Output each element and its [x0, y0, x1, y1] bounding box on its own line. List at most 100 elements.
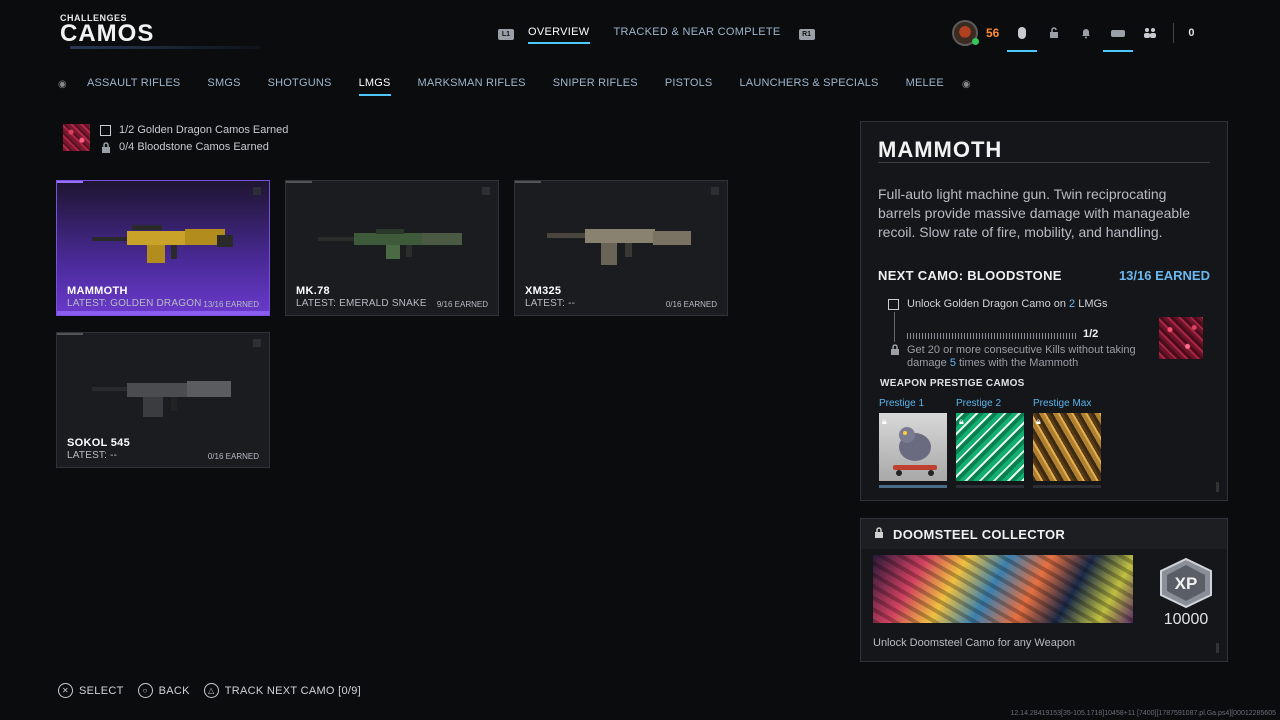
- player-level: 56: [986, 26, 1000, 40]
- r1-button-icon[interactable]: R1: [798, 28, 815, 40]
- prestige-bar: [1033, 485, 1101, 488]
- title-underline: [70, 46, 260, 49]
- prestige-bar: [956, 485, 1024, 488]
- brass-bullets-icon: 🔒︎: [1033, 413, 1101, 481]
- challenge-progress-bar: [907, 333, 1077, 339]
- checkbox-icon: [100, 124, 111, 136]
- doomsteel-description: Unlock Doomsteel Camo for any Weapon: [873, 637, 1076, 649]
- triangle-button-icon: △: [203, 683, 219, 698]
- track-next-camo-prompt[interactable]: △ TRACK NEXT CAMO [0/9]: [203, 683, 362, 698]
- xp-reward-amount: 10000: [1163, 611, 1209, 628]
- bloodstone-progress: 0/4 Bloodstone Camos Earned: [100, 141, 269, 153]
- detail-scroll-indicator: [1216, 482, 1219, 492]
- lock-icon: 🔒︎: [1036, 416, 1041, 426]
- weapon-card-mk78[interactable]: MK.78 LATEST: EMERALD SNAKE 9/16 EARNED: [285, 180, 499, 316]
- weapon-latest-camo: LATEST: --: [525, 298, 576, 309]
- mk78-gun-image: [318, 229, 462, 259]
- party-count: 0: [1188, 27, 1195, 39]
- l1-button-icon[interactable]: L1: [498, 28, 514, 40]
- weapon-name: XM325: [525, 285, 562, 297]
- card-corner: [711, 187, 719, 195]
- weapon-latest-camo: LATEST: GOLDEN DRAGON: [67, 298, 202, 309]
- tab-melee[interactable]: MELEE: [906, 77, 944, 92]
- weapon-card-sokol-545[interactable]: SOKOL 545 LATEST: -- 0/16 EARNED: [56, 332, 270, 468]
- xm325-gun-image: [547, 229, 691, 265]
- tab-pistols[interactable]: PISTOLS: [665, 77, 713, 92]
- build-info: 12.14.28419153[35-105.1718]10458+11 [740…: [1010, 710, 1276, 717]
- challenge-connector: [894, 312, 895, 342]
- card-tick: [286, 181, 312, 183]
- next-camo-label: NEXT CAMO: BLOODSTONE: [878, 268, 1062, 283]
- prestige-label: Prestige 1: [879, 398, 925, 409]
- weapon-latest-camo: LATEST: EMERALD SNAKE: [296, 298, 427, 309]
- weapon-camos-earned: 0/16 EARNED: [207, 452, 259, 461]
- detail-description: Full-auto light machine gun. Twin recipr…: [878, 186, 1191, 240]
- tab-smgs[interactable]: SMGS: [207, 77, 240, 92]
- card-corner: [253, 339, 261, 347]
- prestige-camo-max[interactable]: Prestige Max 🔒︎: [1033, 398, 1101, 488]
- unlock-icon[interactable]: [1045, 24, 1063, 42]
- weapon-camos-earned: 9/16 EARNED: [436, 300, 488, 309]
- status-bar: 56 0: [952, 17, 1195, 52]
- select-prompt[interactable]: ✕ SELECT: [58, 683, 124, 698]
- challenge-progress-fraction: 1/2: [1083, 328, 1099, 340]
- prestige-camo-2[interactable]: Prestige 2 🔒︎: [956, 398, 1024, 488]
- card-corner: [253, 187, 261, 195]
- weapon-camos-earned: 13/16 EARNED: [203, 300, 259, 309]
- tab-assault-rifles[interactable]: ASSAULT RIFLES: [87, 77, 180, 92]
- l2-bumper-icon[interactable]: ◉: [58, 79, 67, 90]
- player-avatar[interactable]: [952, 20, 979, 46]
- detail-divider: [878, 162, 1210, 163]
- sokol-545-gun-image: [92, 381, 231, 417]
- card-tick: [57, 333, 83, 335]
- prestige-bar: [879, 485, 947, 488]
- weapon-detail-panel: MAMMOTH Full-auto light machine gun. Twi…: [860, 121, 1228, 501]
- mammoth-gun-image: [92, 225, 233, 263]
- xp-badge-label: XP: [1175, 574, 1198, 593]
- weapon-name: MK.78: [296, 285, 330, 297]
- cross-button-icon: ✕: [58, 683, 73, 698]
- back-prompt[interactable]: ○ BACK: [137, 683, 190, 698]
- weapon-name: SOKOL 545: [67, 437, 131, 449]
- weapon-name: MAMMOTH: [67, 285, 128, 297]
- weapon-card-mammoth[interactable]: MAMMOTH LATEST: GOLDEN DRAGON 13/16 EARN…: [56, 180, 270, 316]
- green-circuit-icon: 🔒︎: [956, 413, 1024, 481]
- lock-icon: [874, 527, 884, 541]
- track-next-camo-label: TRACK NEXT CAMO [0/9]: [224, 684, 362, 697]
- r3-social-icon[interactable]: [1103, 24, 1134, 52]
- tab-lmgs[interactable]: LMGS: [358, 77, 391, 96]
- options-icon[interactable]: [1007, 24, 1038, 52]
- detail-weapon-title: MAMMOTH: [878, 137, 1003, 162]
- tab-marksman-rifles[interactable]: MARKSMAN RIFLES: [418, 77, 526, 92]
- page-title: CAMOS: [60, 20, 155, 47]
- tab-shotguns[interactable]: SHOTGUNS: [268, 77, 332, 92]
- checkbox-icon: [888, 298, 899, 310]
- bloodstone-progress-text: 0/4 Bloodstone Camos Earned: [119, 141, 269, 153]
- r2-bumper-icon[interactable]: ◉: [962, 79, 971, 90]
- card-corner: [482, 187, 490, 195]
- lock-icon: 🔒︎: [959, 416, 964, 426]
- lock-icon: [100, 141, 111, 153]
- tab-overview[interactable]: OVERVIEW: [528, 26, 590, 44]
- prestige-label: Prestige 2: [956, 398, 1002, 409]
- doomsteel-collector-panel: DOOMSTEEL COLLECTOR XP 10000 Unlock Doom…: [860, 518, 1228, 662]
- tab-tracked-near-complete[interactable]: TRACKED & NEAR COMPLETE: [614, 26, 781, 42]
- doomsteel-scroll-indicator: [1216, 643, 1219, 653]
- tab-launchers-specials[interactable]: LAUNCHERS & SPECIALS: [739, 77, 878, 92]
- lock-icon: [889, 344, 900, 355]
- golden-dragon-progress-text: 1/2 Golden Dragon Camos Earned: [119, 124, 289, 136]
- weapon-category-tabs: ◉ ASSAULT RIFLES SMGS SHOTGUNS LMGS MARK…: [58, 74, 991, 96]
- pigeon-skateboard-icon: 🔒︎: [879, 413, 947, 481]
- card-tick: [57, 181, 83, 183]
- xp-badge-icon: XP: [1160, 557, 1212, 609]
- weapon-card-xm325[interactable]: XM325 LATEST: -- 0/16 EARNED: [514, 180, 728, 316]
- status-divider: [1173, 23, 1175, 43]
- tab-sniper-rifles[interactable]: SNIPER RIFLES: [553, 77, 638, 92]
- button-prompts: ✕ SELECT ○ BACK △ TRACK NEXT CAMO [0/9]: [58, 683, 361, 698]
- back-label: BACK: [158, 684, 190, 697]
- prestige-camo-1[interactable]: Prestige 1 🔒︎: [879, 398, 947, 488]
- party-icon[interactable]: [1141, 24, 1159, 42]
- golden-dragon-progress: 1/2 Golden Dragon Camos Earned: [100, 124, 288, 136]
- bell-icon[interactable]: [1077, 24, 1095, 42]
- bloodstone-camo-preview: [1159, 317, 1203, 359]
